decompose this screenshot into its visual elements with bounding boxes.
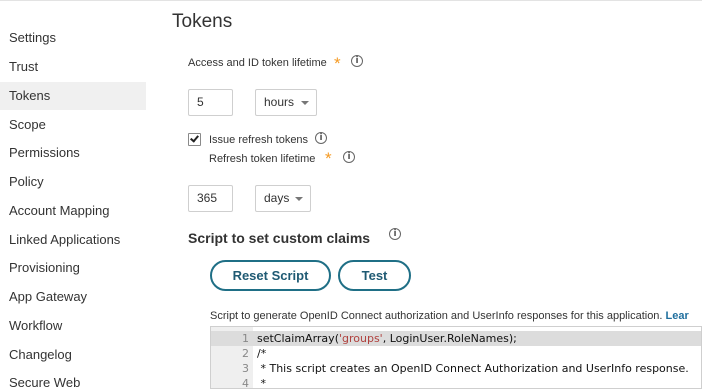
sidebar-item-account-mapping[interactable]: Account Mapping — [0, 197, 146, 225]
code-comment: /* — [257, 347, 267, 360]
sidebar-nav: Settings Trust Tokens Scope Permissions … — [0, 0, 146, 389]
sidebar-item-trust[interactable]: Trust — [0, 53, 146, 81]
test-button[interactable]: Test — [338, 260, 411, 291]
line-number: 4 — [242, 377, 249, 389]
chevron-down-icon — [295, 197, 303, 201]
refresh-token-unit-value: days — [264, 191, 290, 205]
script-code-editor[interactable]: 1 setClaimArray('groups', LoginUser.Role… — [210, 326, 702, 389]
sidebar-item-settings[interactable]: Settings — [0, 24, 146, 52]
refresh-token-unit-select[interactable]: days — [255, 185, 311, 212]
sidebar-item-policy[interactable]: Policy — [0, 168, 146, 196]
page-title: Tokens — [172, 11, 233, 32]
script-description: Script to generate OpenID Connect author… — [210, 308, 689, 324]
code-comment: * — [257, 377, 266, 389]
required-marker: * — [334, 54, 341, 73]
info-icon[interactable]: i — [389, 228, 401, 240]
code-line[interactable]: 3 * This script creates an OpenID Connec… — [211, 361, 701, 376]
sidebar-item-provisioning[interactable]: Provisioning — [0, 254, 146, 282]
info-icon[interactable]: i — [351, 55, 363, 67]
code-line[interactable]: 4 * — [211, 376, 701, 389]
sidebar-item-tokens[interactable]: Tokens — [0, 82, 146, 110]
line-number: 3 — [242, 362, 249, 375]
access-token-lifetime-input[interactable]: 5 — [188, 89, 233, 116]
sidebar-item-changelog[interactable]: Changelog — [0, 341, 146, 369]
sidebar-item-secure-web[interactable]: Secure Web — [0, 369, 146, 389]
sidebar-item-linked-applications[interactable]: Linked Applications — [0, 226, 146, 254]
header-divider — [146, 0, 702, 1]
issue-refresh-tokens-label: Issue refresh tokens — [209, 134, 309, 146]
code-comment: * This script creates an OpenID Connect … — [257, 362, 689, 375]
code-text: setClaimArray('groups', LoginUser.RoleNa… — [257, 332, 517, 345]
custom-claims-section-title: Script to set custom claims — [188, 230, 371, 246]
sidebar-item-workflow[interactable]: Workflow — [0, 312, 146, 340]
access-token-unit-value: hours — [264, 95, 295, 109]
sidebar-item-app-gateway[interactable]: App Gateway — [0, 283, 146, 311]
info-icon[interactable]: i — [343, 151, 355, 163]
refresh-token-lifetime-input[interactable]: 365 — [188, 185, 233, 212]
access-token-lifetime-label: Access and ID token lifetime — [188, 57, 327, 69]
refresh-token-lifetime-label: Refresh token lifetime — [209, 153, 316, 165]
sidebar-item-scope[interactable]: Scope — [0, 111, 146, 139]
required-marker: * — [325, 149, 332, 168]
code-line[interactable]: 1 setClaimArray('groups', LoginUser.Role… — [211, 331, 701, 346]
sidebar-item-permissions[interactable]: Permissions — [0, 139, 146, 167]
learn-more-link[interactable]: Lear — [666, 310, 689, 322]
line-number: 1 — [242, 332, 249, 345]
line-number: 2 — [242, 347, 249, 360]
sidebar-divider — [0, 0, 146, 1]
reset-script-button[interactable]: Reset Script — [210, 260, 331, 291]
chevron-down-icon — [301, 101, 309, 105]
issue-refresh-tokens-checkbox[interactable] — [188, 133, 201, 146]
access-token-unit-select[interactable]: hours — [255, 89, 317, 116]
code-line[interactable]: 2 /* — [211, 346, 701, 361]
script-description-text: Script to generate OpenID Connect author… — [210, 310, 663, 322]
info-icon[interactable]: i — [315, 132, 327, 144]
check-icon — [190, 133, 199, 143]
